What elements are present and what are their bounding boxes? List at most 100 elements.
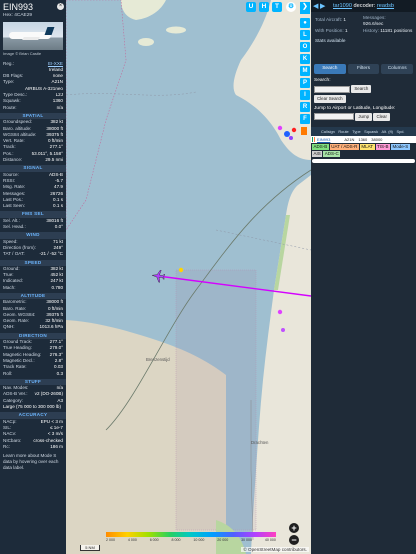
legend-label: 4 000	[127, 538, 137, 542]
selected-aircraft	[151, 270, 166, 283]
boundary-line-1	[66, 91, 197, 96]
info-row: Last Seen: 0.1 s	[0, 203, 66, 209]
total-aircraft: Total Aircraft: 1	[315, 17, 347, 22]
jump-button[interactable]: Jump	[355, 112, 373, 121]
table-row[interactable]: EIN993 A21N 1360 38000	[311, 135, 416, 143]
panel-topbar: ◀ ▶ tar1090 decoder: readsb	[311, 0, 416, 12]
stuff-rows: Nav. Modes: n/a ADS-B Ver.: v2 (DO-260B) Cat…	[0, 385, 66, 404]
altitude-rows: Barometric: 38000 ft Baro. Rate: 0 ft/min Ge…	[0, 299, 66, 330]
map-button-o[interactable]: O	[300, 42, 310, 52]
badge-adsb: ADS-B	[312, 143, 329, 150]
col-type[interactable]: Type	[352, 127, 360, 136]
horizontal-scrollbar[interactable]	[312, 158, 415, 163]
row-alt: 38000	[371, 136, 383, 142]
stats-available[interactable]: Stats available	[315, 38, 346, 44]
search-input[interactable]	[314, 85, 350, 93]
map-button-p[interactable]: P	[300, 78, 310, 88]
map-button-k[interactable]: K	[300, 54, 310, 64]
badge-uat: UAT / ADS-R	[329, 143, 359, 150]
aircraft-info-panel: EIN993 Hex: 4CAE29 × Image © Brian Castl…	[0, 0, 66, 554]
speed-rows: Ground: 382 kt True: 452 kt Indicated: 247 kt…	[0, 266, 66, 291]
altitude-legend	[106, 532, 276, 537]
info-row-label: Sel. Head.:	[3, 224, 26, 230]
info-row: Mach: 0.780	[0, 285, 66, 291]
info-row-label: QNH:	[3, 324, 15, 330]
zoom-out-button[interactable]: −	[289, 535, 299, 545]
aircraft-marker-3	[178, 267, 184, 273]
aircraft-marker-1	[277, 125, 283, 131]
map-attribution[interactable]: © OpenStreetMap contributors.	[241, 547, 309, 552]
badge-mlat: MLAT	[359, 143, 375, 150]
wind-rows: Speed: 71 kt Direction (from): 249° TAT / OA…	[0, 239, 66, 258]
row-squawk: 1360	[358, 136, 368, 142]
zoom-in-button[interactable]: +	[289, 523, 299, 533]
close-icon[interactable]: ×	[57, 3, 64, 10]
info-row-label: Mach:	[3, 284, 16, 290]
map-button-h[interactable]: H	[259, 2, 269, 12]
arrow-right-icon[interactable]: ▶	[320, 2, 327, 11]
map-canvas[interactable]	[66, 0, 311, 554]
aircraft-cluster-3	[289, 136, 293, 140]
tar1090-link[interactable]: tar1090	[333, 3, 352, 9]
badge-modes: Mode-S	[391, 143, 410, 150]
col-squawk[interactable]: Squawk	[364, 127, 378, 136]
map-view[interactable]: Brenzenstijd Drachten U H T ⚙ ❯ ● L O K …	[66, 0, 311, 554]
map-circle-icon[interactable]: ●	[300, 18, 310, 28]
legend-label: 30 000	[241, 538, 253, 542]
decoder-label: decoder:	[353, 3, 376, 9]
info-row-value: -21 / -52 °C	[39, 251, 63, 257]
clear-jump-button[interactable]: Clear	[373, 112, 390, 121]
spatial-rows: Groundspeed: 382 kt Baro. altitude: 38000 f…	[0, 119, 66, 163]
map-button-i[interactable]: I	[300, 90, 310, 100]
row-callsign[interactable]: EIN993	[317, 136, 330, 143]
messages-stat: Messages: 926.6/sec	[363, 15, 386, 26]
badge-adsc: ADS-C	[323, 150, 341, 157]
collapse-panel-icon[interactable]: ❯	[300, 2, 310, 14]
legend-label: 2 000	[106, 538, 115, 542]
restricted-area	[175, 269, 257, 531]
aircraft-list-panel: ◀ ▶ tar1090 decoder: readsb Total Aircra…	[311, 0, 416, 554]
legend-label: 20 000	[217, 538, 229, 542]
map-button-f[interactable]: F	[300, 114, 310, 124]
arrow-left-icon[interactable]: ◀	[313, 2, 320, 11]
clear-search-button[interactable]: Clear Search	[314, 95, 346, 104]
direction-rows: Ground Track: 277.1° True Heading: 279.0° Ma…	[0, 339, 66, 377]
aircraft-photo[interactable]	[3, 22, 63, 51]
legend-label: 8 000	[171, 538, 181, 542]
map-button-u[interactable]: U	[246, 2, 256, 12]
altitude-legend-labels: 2 000 4 000 6 000 8 000 10 000 20 000 30…	[106, 538, 276, 542]
map-button-l[interactable]: L	[300, 30, 310, 40]
col-alt[interactable]: Alt. (ft)	[382, 127, 393, 136]
col-callsign[interactable]: Callsign	[321, 127, 335, 136]
accuracy-rows: NACp: EPU < 3 m SIL: ≤ 1e-7 NACv: < 3 m/s NICb…	[0, 419, 66, 450]
info-row-label: TAT / OAT:	[3, 251, 25, 257]
route-row: Route: n/a	[3, 104, 63, 110]
readsb-link[interactable]: readsb	[377, 3, 394, 9]
tab-search[interactable]: Search	[314, 64, 346, 74]
island-small-1	[138, 38, 154, 46]
jump-input[interactable]	[314, 113, 354, 121]
info-row: TAT / OAT: -21 / -52 °C	[0, 251, 66, 257]
map-button-r[interactable]: R	[300, 102, 310, 112]
footer-note: Learn more about Mode S data by hovering…	[3, 453, 59, 471]
info-row-value: 1013.6 hPa	[39, 324, 63, 330]
info-row-label: Roll:	[3, 370, 13, 376]
selected-aircraft-icon	[151, 270, 166, 283]
history-stat: History: 11181 positions	[363, 28, 413, 33]
plane-image-wing	[22, 37, 40, 41]
restricted-zone	[66, 0, 127, 231]
search-button[interactable]: Search	[351, 85, 372, 93]
row-type: A21N	[344, 136, 355, 142]
tab-filters[interactable]: Filters	[347, 64, 380, 74]
col-spd[interactable]: Spd.	[396, 127, 404, 136]
col-route[interactable]: Route	[338, 127, 348, 136]
map-button-m[interactable]: M	[300, 66, 310, 76]
info-row-value: 186 m	[50, 443, 63, 449]
map-button-t[interactable]: T	[272, 2, 282, 12]
tab-columns[interactable]: Columns	[381, 64, 414, 74]
info-row: Sel. Head.: 0.0°	[0, 224, 66, 230]
settings-gear-icon[interactable]: ⚙	[286, 2, 296, 12]
source-legend: ADS-B UAT / ADS-R MLAT TIS-B Mode-S AIS …	[311, 142, 416, 158]
aircraft-header: EIN993 Hex: 4CAE29 ×	[0, 0, 66, 19]
info-row: Roll: 0.3	[0, 371, 66, 377]
